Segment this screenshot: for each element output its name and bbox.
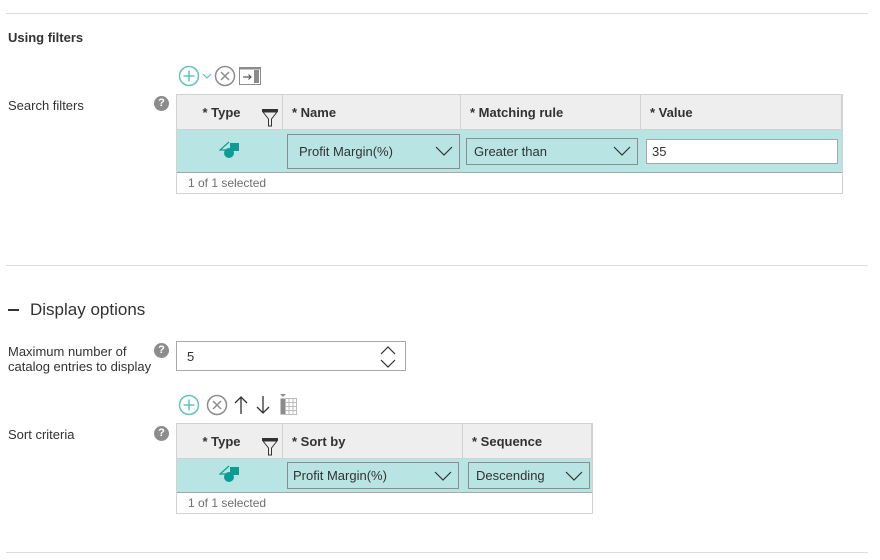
attribute-shapes-icon	[218, 141, 241, 162]
arrow-up-icon[interactable]	[233, 395, 249, 415]
column-header-type[interactable]: * Type	[177, 424, 283, 458]
chevron-down-icon	[435, 146, 453, 156]
remove-icon[interactable]	[206, 394, 228, 416]
display-options-toggle[interactable]: Display options	[8, 300, 145, 320]
sequence-cell: Descending	[463, 459, 592, 492]
max-entries-help-icon[interactable]: ?	[154, 343, 169, 358]
type-cell	[177, 459, 283, 492]
value-input[interactable]: 35	[646, 138, 838, 164]
column-header-value[interactable]: * Value	[641, 95, 842, 129]
sort-criteria-toolbar	[178, 394, 298, 416]
column-header-label: * Type	[202, 104, 241, 120]
increment-icon	[380, 346, 396, 355]
selection-status: 1 of 1 selected	[188, 176, 267, 190]
max-entries-label: Maximum number of catalog entries to dis…	[8, 344, 151, 374]
sort-criteria-grid: * Type * Sort by * Sequence Profit Margi…	[176, 423, 593, 514]
sort-criteria-help-icon[interactable]: ?	[154, 426, 169, 441]
decrement-icon	[380, 359, 396, 368]
collapse-icon	[8, 309, 19, 311]
column-config-icon[interactable]	[276, 394, 298, 416]
grid-header: * Type * Name * Matching rule * Value	[177, 95, 842, 130]
max-entries-label-line1: Maximum number of	[8, 344, 127, 359]
search-filters-toolbar	[178, 65, 261, 87]
add-icon[interactable]	[178, 394, 200, 416]
max-entries-spinner[interactable]: 5	[176, 341, 406, 371]
sort-by-select[interactable]: Profit Margin(%)	[287, 462, 459, 489]
sort-by-cell: Profit Margin(%)	[283, 459, 463, 492]
value-cell: 35	[641, 130, 842, 172]
matching-rule-cell: Greater than	[461, 130, 641, 172]
name-select[interactable]: Profit Margin(%)	[287, 133, 460, 169]
table-row[interactable]: Profit Margin(%) Greater than 35	[177, 130, 842, 173]
search-filters-grid: * Type * Name * Matching rule * Value Pr…	[176, 94, 843, 194]
top-divider	[6, 13, 868, 14]
filter-icon[interactable]	[261, 438, 279, 459]
grid-header: * Type * Sort by * Sequence	[177, 424, 592, 459]
spinner-arrows	[379, 345, 397, 372]
filter-icon[interactable]	[261, 109, 279, 130]
selection-status: 1 of 1 selected	[188, 496, 267, 510]
matching-rule-select[interactable]: Greater than	[466, 137, 638, 165]
bottom-divider	[6, 552, 868, 553]
search-filters-label: Search filters	[8, 98, 84, 113]
attribute-shapes-icon	[218, 465, 241, 486]
remove-icon[interactable]	[214, 65, 236, 87]
chevron-down-icon	[434, 471, 452, 481]
matching-rule-select-value: Greater than	[474, 143, 547, 159]
type-cell	[177, 130, 283, 172]
chevron-down-icon	[565, 471, 583, 481]
column-header-type[interactable]: * Type	[177, 95, 283, 129]
sort-criteria-label: Sort criteria	[8, 427, 75, 442]
using-filters-heading: Using filters	[8, 30, 84, 45]
display-options-title: Display options	[30, 300, 146, 319]
name-cell: Profit Margin(%)	[283, 130, 461, 172]
search-filters-help-icon[interactable]: ?	[154, 96, 169, 111]
sort-by-select-value: Profit Margin(%)	[293, 468, 387, 483]
column-header-name[interactable]: * Name	[283, 95, 461, 129]
max-entries-label-line2: catalog entries to display	[8, 359, 152, 374]
add-icon[interactable]	[178, 65, 200, 87]
chevron-down-icon	[613, 146, 631, 156]
sequence-select-value: Descending	[476, 468, 545, 483]
add-menu-chevron-down-icon[interactable]	[202, 71, 212, 81]
column-header-matching-rule[interactable]: * Matching rule	[461, 95, 641, 129]
section-divider	[6, 265, 868, 266]
table-row[interactable]: Profit Margin(%) Descending	[177, 459, 592, 493]
column-header-label: * Type	[202, 433, 241, 449]
sequence-select[interactable]: Descending	[468, 462, 590, 489]
max-entries-value: 5	[187, 348, 195, 364]
column-header-sort-by[interactable]: * Sort by	[283, 424, 463, 458]
name-select-value: Profit Margin(%)	[299, 143, 393, 159]
column-header-sequence[interactable]: * Sequence	[463, 424, 592, 458]
move-to-column-icon[interactable]	[239, 66, 261, 86]
arrow-down-icon[interactable]	[255, 395, 271, 415]
